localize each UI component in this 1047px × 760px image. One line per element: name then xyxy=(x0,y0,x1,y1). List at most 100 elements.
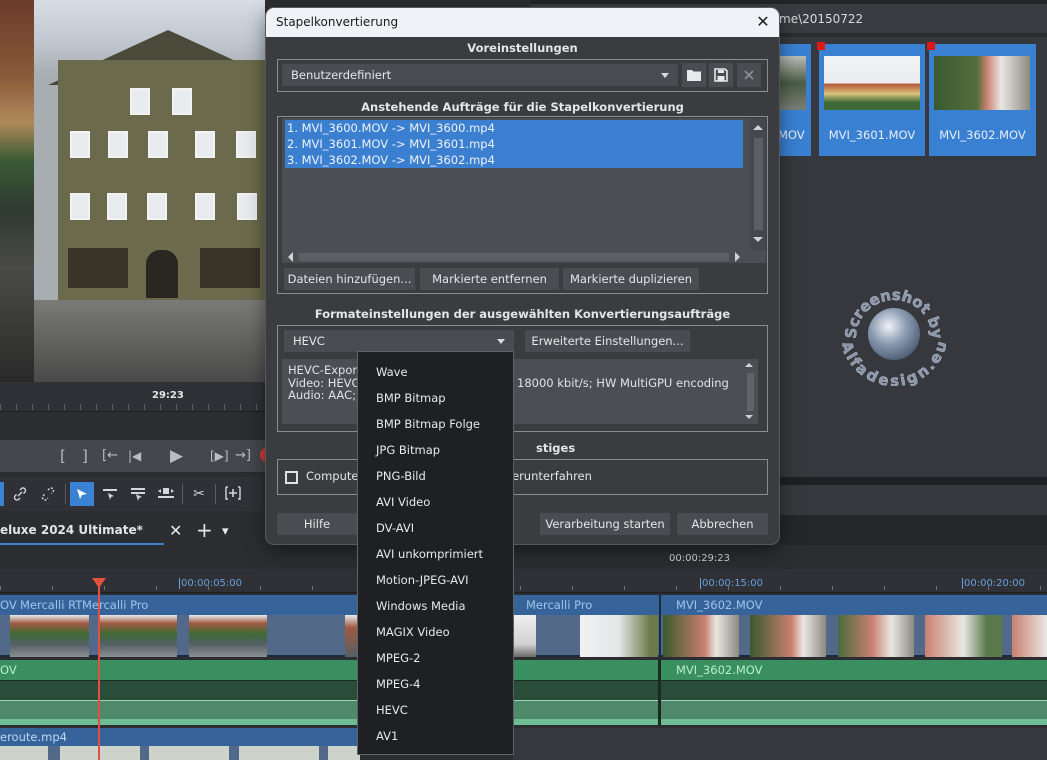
format-option-bmp-sequence[interactable]: BMP Bitmap Folge xyxy=(376,411,506,437)
clip-label: MVI_3602.MOV xyxy=(676,598,763,612)
preview-street xyxy=(34,300,265,382)
format-option-hevc[interactable]: HEVC xyxy=(376,697,506,723)
link-icon[interactable] xyxy=(8,482,32,506)
format-option-png[interactable]: PNG-Bild xyxy=(376,463,506,489)
cut-tool-icon[interactable]: ✂ xyxy=(187,482,211,506)
section-title-pending-jobs: Anstehende Aufträge für die Stapelkonver… xyxy=(361,100,684,114)
format-option-magix-video[interactable]: MAGIX Video xyxy=(376,619,506,645)
delete-preset-button[interactable] xyxy=(737,63,761,87)
scroll-right-icon[interactable] xyxy=(735,252,740,262)
preset-select[interactable]: Benutzerdefiniert xyxy=(282,64,678,86)
playhead-line xyxy=(98,585,100,760)
previous-button[interactable]: |◀ xyxy=(128,446,141,466)
play-button[interactable]: ▶ xyxy=(170,446,183,466)
clip-label: eroute.mp4 xyxy=(0,730,67,744)
toolbar-separator xyxy=(215,484,216,504)
format-option-mpeg2[interactable]: MPEG-2 xyxy=(376,645,506,671)
format-option-jpg[interactable]: JPG Bitmap xyxy=(376,437,506,463)
scroll-up-icon[interactable] xyxy=(745,363,753,367)
multi-trim-tool-icon[interactable] xyxy=(126,482,150,506)
job-list[interactable]: 1. MVI_3600.MOV -> MVI_3600.mp4 2. MVI_3… xyxy=(282,118,766,263)
load-preset-button[interactable] xyxy=(682,63,706,87)
video-frame xyxy=(580,615,658,657)
scroll-up-icon[interactable] xyxy=(753,125,763,130)
media-thumbnail[interactable]: MVI_3602.MOV xyxy=(927,42,1036,156)
preview-time-ruler[interactable]: 29:23 xyxy=(0,382,265,412)
scroll-down-icon[interactable] xyxy=(745,415,753,419)
cancel-button[interactable]: Abbrechen xyxy=(677,513,768,535)
timeline-ruler[interactable]: 00:00:05:00 00:00:15:00 00:00:20:00 xyxy=(0,569,1047,593)
scrollbar-track[interactable] xyxy=(747,373,754,411)
video-frame xyxy=(60,746,140,760)
format-option-avi-uncompressed[interactable]: AVI unkomprimiert xyxy=(376,541,506,567)
job-list-item[interactable]: 2. MVI_3601.MOV -> MVI_3601.mp4 xyxy=(285,136,743,152)
format-select[interactable]: HEVC xyxy=(284,330,514,352)
watermark-logo: Screenshot by Alfadesign.eu xyxy=(842,286,946,386)
toolbar-active-tool[interactable] xyxy=(0,482,4,506)
panel-strip xyxy=(780,485,1047,515)
media-thumbnail[interactable]: MVI_3601.MOV xyxy=(817,42,925,156)
scroll-left-icon[interactable] xyxy=(288,252,293,262)
format-option-av1[interactable]: AV1 xyxy=(376,723,506,749)
thumbnail-image xyxy=(934,56,1030,110)
format-option-dv-avi[interactable]: DV-AVI xyxy=(376,515,506,541)
video-frame xyxy=(100,615,177,657)
mark-in-button[interactable]: [ xyxy=(60,446,66,466)
job-list-vertical-scrollbar[interactable] xyxy=(750,118,766,250)
project-menu-chevron-icon[interactable]: ▾ xyxy=(222,524,229,539)
toolbar-separator xyxy=(65,484,66,504)
scrollbar-track[interactable] xyxy=(754,138,763,230)
save-preset-button[interactable] xyxy=(709,63,733,87)
video-frame xyxy=(239,746,319,760)
video-track[interactable]: OV Mercalli RT Mercalli Pro Mercalli Pro… xyxy=(0,595,1047,615)
help-button[interactable]: Hilfe xyxy=(277,513,357,535)
start-processing-button[interactable]: Verarbeitung starten xyxy=(540,513,670,535)
stretch-tool-icon[interactable] xyxy=(154,482,178,506)
clip-boundary xyxy=(659,595,661,657)
format-option-wave[interactable]: Wave xyxy=(376,359,506,385)
project-tab[interactable]: eluxe 2024 Ultimate* xyxy=(0,523,143,537)
section-title-misc: stiges xyxy=(536,441,576,455)
video-frame xyxy=(750,615,826,657)
insert-mode-icon[interactable] xyxy=(221,482,245,506)
duplicate-marked-button[interactable]: Markierte duplizieren xyxy=(563,268,699,290)
job-list-item[interactable]: 3. MVI_3602.MOV -> MVI_3602.mp4 xyxy=(285,152,743,168)
unlink-icon[interactable] xyxy=(36,482,60,506)
info-scrollbar[interactable] xyxy=(745,363,755,421)
timeline-toolbar: ✂ xyxy=(0,477,265,511)
preset-select-value: Benutzerdefiniert xyxy=(291,68,392,82)
advanced-settings-button[interactable]: Erweiterte Einstellungen... xyxy=(525,330,690,352)
add-project-icon[interactable]: + xyxy=(196,518,213,542)
chevron-down-icon xyxy=(497,339,505,344)
video-frame xyxy=(149,746,229,760)
audio-track[interactable]: OV MVI_3602.MOV xyxy=(0,660,1047,680)
video-track-2[interactable]: eroute.mp4 xyxy=(0,728,360,746)
pointer-tool-icon[interactable] xyxy=(70,482,94,506)
format-option-bmp[interactable]: BMP Bitmap xyxy=(376,385,506,411)
scrollbar-track[interactable] xyxy=(299,253,729,261)
video-frame xyxy=(663,615,739,657)
remove-marked-button[interactable]: Markierte entfernen xyxy=(420,268,559,290)
shutdown-checkbox[interactable] xyxy=(285,471,298,484)
trim-tool-icon[interactable] xyxy=(98,482,122,506)
format-option-avi[interactable]: AVI Video xyxy=(376,489,506,515)
add-files-button[interactable]: Dateien hinzufügen... xyxy=(284,268,415,290)
format-option-mjpeg-avi[interactable]: Motion-JPEG-AVI xyxy=(376,567,506,593)
preview-window xyxy=(70,193,90,220)
close-project-icon[interactable]: ✕ xyxy=(169,521,182,540)
scroll-down-icon[interactable] xyxy=(753,237,763,242)
job-list-horizontal-scrollbar[interactable] xyxy=(285,251,743,263)
goto-in-button[interactable]: [← xyxy=(102,446,118,466)
media-thumbnail[interactable]: MOV xyxy=(778,44,811,156)
format-option-mpeg4[interactable]: MPEG-4 xyxy=(376,671,506,697)
mark-out-button[interactable]: ] xyxy=(82,446,88,466)
preview-window xyxy=(70,131,90,158)
preview-window xyxy=(236,131,256,158)
browser-path[interactable]: me\20150722 xyxy=(779,12,863,26)
format-option-windows-media[interactable]: Windows Media xyxy=(376,593,506,619)
goto-marker-button[interactable]: [▶] xyxy=(210,446,229,466)
goto-out-button[interactable]: →] xyxy=(235,446,251,466)
close-icon[interactable]: ✕ xyxy=(747,8,779,37)
job-list-item[interactable]: 1. MVI_3600.MOV -> MVI_3600.mp4 xyxy=(285,120,743,136)
preview-previous-frame xyxy=(0,0,34,382)
